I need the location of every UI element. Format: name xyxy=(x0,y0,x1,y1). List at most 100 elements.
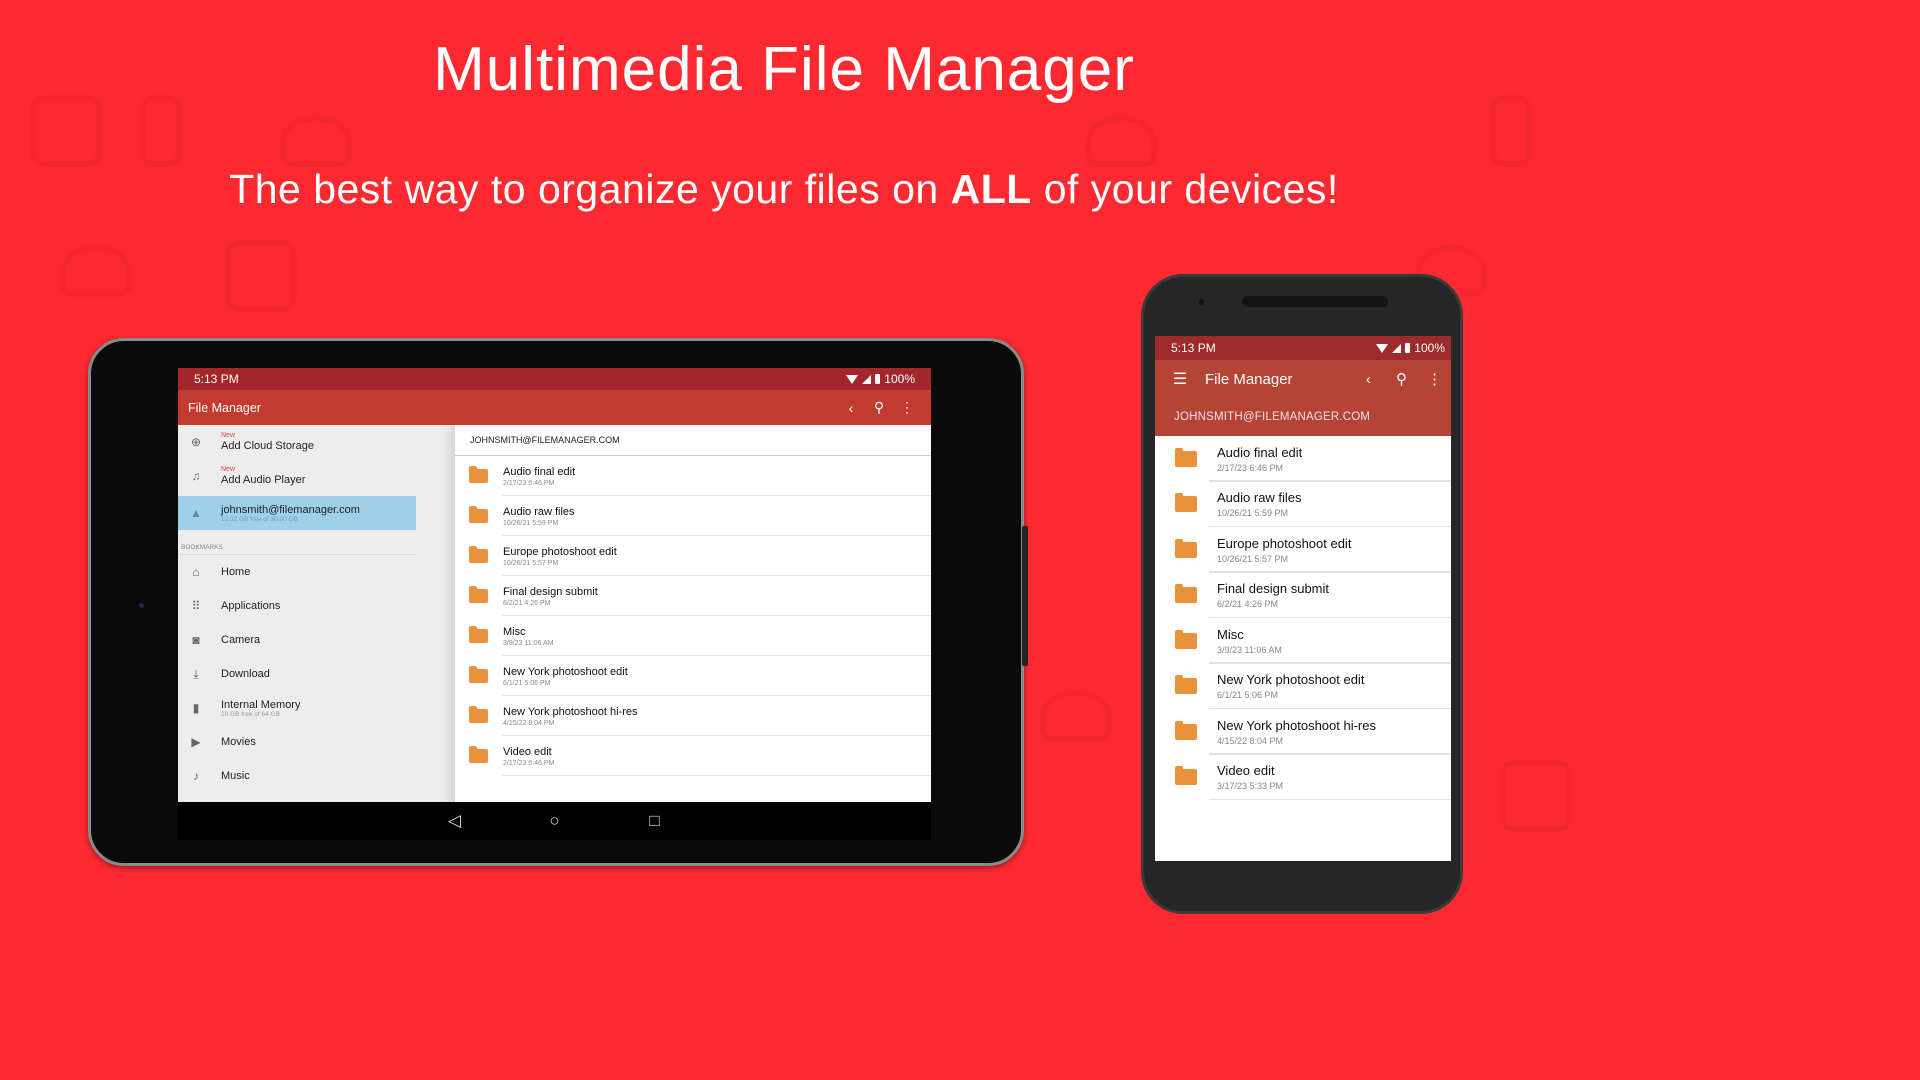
file-row[interactable]: Final design submit 6/2/21 4:26 PM xyxy=(1155,573,1451,619)
account-storage: 12.32 GB free of 30.00 GB xyxy=(221,515,298,523)
signal-icon xyxy=(862,374,872,384)
file-row[interactable]: Audio raw files 10/26/21 5:59 PM xyxy=(455,496,931,536)
nav-home-icon[interactable]: ○ xyxy=(542,811,567,831)
file-row[interactable]: Final design submit 6/2/21 4:26 PM xyxy=(455,576,931,616)
file-name: Final design submit xyxy=(1217,581,1329,597)
file-name: New York photoshoot hi-res xyxy=(1217,717,1376,733)
drive-icon: ▲ xyxy=(190,506,202,520)
app-toolbar: File Manager ‹ ⚲ ⋮ xyxy=(178,390,931,425)
file-name: Misc xyxy=(503,625,526,638)
folder-icon xyxy=(1175,447,1197,467)
file-row[interactable]: Europe photoshoot edit 10/26/21 5:57 PM xyxy=(455,536,931,576)
bookmark-home[interactable]: ⌂ Home xyxy=(178,555,455,589)
file-date: 6/1/21 5:06 PM xyxy=(1217,690,1279,701)
folder-icon xyxy=(1175,584,1197,604)
nav-back-icon[interactable]: ◁ xyxy=(442,811,467,831)
file-row[interactable]: New York photoshoot edit 6/1/21 5:06 PM xyxy=(1155,664,1451,710)
bg-clip-icon xyxy=(1490,95,1532,167)
system-nav-bar: ◁ ○ □ xyxy=(178,802,931,840)
folder-icon xyxy=(469,666,488,683)
file-date: 10/26/21 5:57 PM xyxy=(503,559,559,567)
file-row[interactable]: New York photoshoot edit 6/1/21 5:06 PM xyxy=(455,656,931,696)
file-name: New York photoshoot edit xyxy=(1217,672,1365,688)
signal-icon xyxy=(1392,343,1402,353)
tablet-camera xyxy=(139,603,144,608)
file-date: 6/1/21 5:06 PM xyxy=(503,679,551,687)
account-header: JOHNSMITH@FILEMANAGER.COM xyxy=(455,425,931,456)
file-row[interactable]: Video edit 2/17/23 6:46 PM xyxy=(455,736,931,776)
sd-card-icon: ▮ xyxy=(192,701,200,715)
file-date: 10/26/21 5:59 PM xyxy=(503,519,559,527)
bookmark-applications[interactable]: ⠿ Applications xyxy=(178,589,455,623)
item-label: Applications xyxy=(221,600,281,612)
file-name: Europe photoshoot edit xyxy=(503,545,617,558)
bookmark-internal-memory[interactable]: ▮ Internal Memory 20 GB free of 64 GB xyxy=(178,691,455,725)
more-vert-icon[interactable]: ⋮ xyxy=(1418,370,1451,388)
app-title: File Manager xyxy=(1205,370,1293,388)
item-label: Internal Memory xyxy=(221,698,301,711)
bg-image-icon xyxy=(1500,760,1572,832)
bg-cloud-icon xyxy=(280,115,352,167)
back-icon[interactable]: ‹ xyxy=(1352,371,1385,388)
folder-icon xyxy=(469,746,488,763)
add-audio-player-item[interactable]: ♫ New Add Audio Player xyxy=(178,459,455,493)
battery-icon xyxy=(1405,343,1411,353)
item-sub: 20 GB free of 64 GB xyxy=(221,710,280,718)
file-row[interactable]: Video edit 3/17/23 5:33 PM xyxy=(1155,755,1451,801)
bookmark-movies[interactable]: ▶ Movies xyxy=(178,725,455,759)
menu-icon[interactable]: ☰ xyxy=(1155,369,1205,389)
download-icon: ⤓ xyxy=(193,666,199,681)
file-date: 3/9/23 11:06 AM xyxy=(1217,644,1282,655)
file-row[interactable]: Misc 3/9/23 11:06 AM xyxy=(455,616,931,656)
movies-icon: ▶ xyxy=(191,735,201,749)
add-cloud-storage-item[interactable]: ⊕ New Add Cloud Storage xyxy=(178,425,455,459)
file-list: JOHNSMITH@FILEMANAGER.COM Audio final ed… xyxy=(455,425,931,802)
wifi-icon xyxy=(846,374,859,384)
file-row[interactable]: Audio final edit 2/17/23 6:46 PM xyxy=(1155,436,1451,482)
search-icon[interactable]: ⚲ xyxy=(1385,370,1418,388)
folder-icon xyxy=(1175,493,1197,513)
item-label: Movies xyxy=(221,736,256,748)
file-row[interactable]: Audio final edit 2/17/23 6:46 PM xyxy=(455,456,931,496)
file-name: New York photoshoot hi-res xyxy=(503,705,638,718)
file-name: Final design submit xyxy=(503,585,598,598)
file-date: 3/17/23 5:33 PM xyxy=(1217,781,1284,792)
bg-cloud-icon xyxy=(1040,690,1112,742)
phone-device: 5:13 PM 100% ☰ File Manager ‹ ⚲ ⋮ JOHNSM… xyxy=(1141,274,1463,914)
bookmark-download[interactable]: ⤓ Download xyxy=(178,657,455,691)
new-badge: New xyxy=(221,432,236,439)
file-row[interactable]: Audio raw files 10/26/21 5:59 PM xyxy=(1155,482,1451,528)
file-row[interactable]: New York photoshoot hi-res 4/15/22 8:04 P… xyxy=(455,696,931,736)
bg-cloud-icon xyxy=(1085,115,1157,167)
item-label: Music xyxy=(221,770,250,782)
back-icon[interactable]: ‹ xyxy=(837,400,865,416)
search-icon[interactable]: ⚲ xyxy=(865,399,893,416)
more-vert-icon[interactable]: ⋮ xyxy=(893,399,921,416)
promo-headline: Multimedia File Manager xyxy=(433,35,1135,104)
folder-icon xyxy=(1175,766,1197,786)
subline-part: of your devices! xyxy=(1031,166,1339,212)
bookmark-music[interactable]: ♪ Music xyxy=(178,759,455,793)
nav-recents-icon[interactable]: □ xyxy=(642,811,667,831)
battery-level: 100% xyxy=(1414,341,1445,355)
subline-part: The best way to organize your files on xyxy=(229,166,951,212)
file-row[interactable]: Misc 3/9/23 11:06 AM xyxy=(1155,618,1451,664)
file-date: 3/9/23 11:06 AM xyxy=(503,639,554,647)
file-row[interactable]: Europe photoshoot edit 10/26/21 5:57 PM xyxy=(1155,527,1451,573)
status-time: 5:13 PM xyxy=(1171,341,1216,355)
item-label: Download xyxy=(221,668,270,680)
file-name: Audio final edit xyxy=(503,465,576,478)
bookmark-camera[interactable]: ◙ Camera xyxy=(178,623,455,657)
file-row[interactable]: New York photoshoot hi-res 4/15/22 8:04 P… xyxy=(1155,709,1451,755)
folder-icon xyxy=(469,506,488,523)
account-header: JOHNSMITH@FILEMANAGER.COM xyxy=(1155,398,1451,436)
file-date: 4/15/22 8:04 PM xyxy=(503,719,555,727)
account-item[interactable]: ▲ johnsmith@filemanager.com 12.32 GB free… xyxy=(178,496,416,530)
folder-icon xyxy=(469,466,488,483)
tablet-device: 5:13 PM 100% File Manager ‹ ⚲ ⋮ ⊕ New Add… xyxy=(88,338,1028,866)
file-date: 2/17/23 6:46 PM xyxy=(1217,462,1284,473)
folder-icon xyxy=(469,626,488,643)
subline-bold: ALL xyxy=(950,166,1032,212)
bg-clip-icon xyxy=(140,95,182,167)
music-library-icon: ♪ xyxy=(193,769,199,783)
